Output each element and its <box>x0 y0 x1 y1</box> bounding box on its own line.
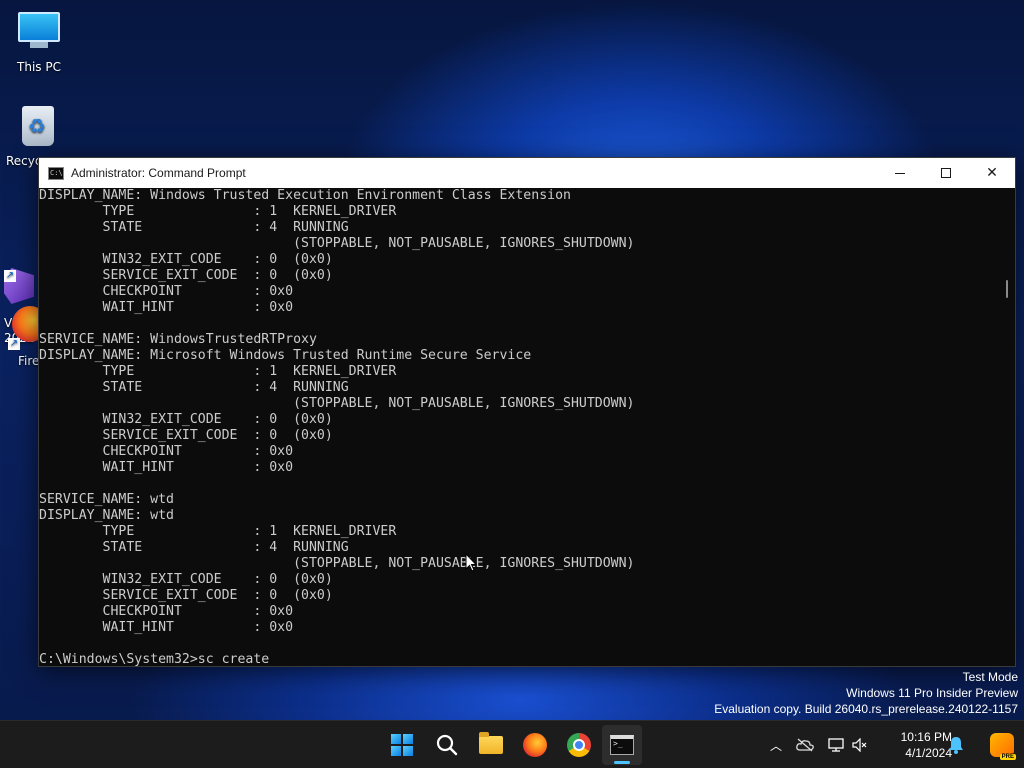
console-line: (STOPPABLE, NOT_PAUSABLE, IGNORES_SHUTDO… <box>39 236 635 251</box>
copilot-preview-badge: PRE <box>999 754 1016 760</box>
desktop-icon-label: Fire <box>18 354 40 368</box>
maximize-icon <box>941 168 951 178</box>
chrome-taskbar-button[interactable] <box>559 725 599 765</box>
scrollbar-thumb[interactable] <box>1006 280 1008 298</box>
desktop-icon-label: This PC <box>17 60 61 74</box>
console-line: SERVICE_EXIT_CODE : 0 (0x0) <box>39 588 333 603</box>
console-line: STATE : 4 RUNNING <box>39 540 349 555</box>
show-hidden-icons-chevron-up-icon[interactable]: ︿ <box>770 737 782 754</box>
console-line: SERVICE_EXIT_CODE : 0 (0x0) <box>39 428 333 443</box>
clock[interactable]: 10:16 PM 4/1/2024 <box>901 729 952 761</box>
chrome-icon <box>567 733 591 757</box>
console-line: WAIT_HINT : 0x0 <box>39 460 294 475</box>
console-line: CHECKPOINT : 0x0 <box>39 284 294 299</box>
close-icon: ✕ <box>986 165 998 181</box>
test-mode-watermark: Test Mode Windows 11 Pro Insider Preview… <box>714 669 1018 717</box>
firefox-taskbar-button[interactable] <box>515 725 555 765</box>
window-controls: ✕ <box>877 158 1015 188</box>
system-tray: ︿ <box>770 721 868 768</box>
notification-bell-icon[interactable] <box>948 736 964 754</box>
file-explorer-button[interactable] <box>471 725 511 765</box>
console-line: CHECKPOINT : 0x0 <box>39 604 294 619</box>
network-icon[interactable] <box>828 738 844 752</box>
active-indicator <box>614 761 630 764</box>
console-line: WIN32_EXIT_CODE : 0 (0x0) <box>39 572 333 587</box>
console-line: TYPE : 1 KERNEL_DRIVER <box>39 364 397 379</box>
console-line: DISPLAY_NAME: wtd <box>39 508 174 523</box>
console-line: STATE : 4 RUNNING <box>39 380 349 395</box>
watermark-line: Windows 11 Pro Insider Preview <box>846 686 1018 700</box>
console-output[interactable]: DISPLAY_NAME: Windows Trusted Execution … <box>39 188 999 666</box>
desktop-icon-firefox[interactable]: ↗ Fire <box>0 306 48 368</box>
minimize-button[interactable] <box>877 158 923 188</box>
cmd-icon: C:\ <box>48 166 64 180</box>
terminal-taskbar-button[interactable]: >_ <box>602 725 642 765</box>
close-button[interactable]: ✕ <box>969 158 1015 188</box>
console-line: DISPLAY_NAME: Windows Trusted Execution … <box>39 188 571 203</box>
console-line: STATE : 4 RUNNING <box>39 220 349 235</box>
title-bar[interactable]: C:\ Administrator: Command Prompt ✕ <box>39 158 1015 188</box>
minimize-icon <box>895 172 905 174</box>
console-line: CHECKPOINT : 0x0 <box>39 444 294 459</box>
search-button[interactable] <box>427 725 467 765</box>
recycle-bin-icon <box>16 106 60 150</box>
volume-muted-icon[interactable] <box>852 738 868 752</box>
console-line: WIN32_EXIT_CODE : 0 (0x0) <box>39 412 333 427</box>
console-line: WAIT_HINT : 0x0 <box>39 620 294 635</box>
taskbar: >_ ︿ 10:16 PM 4/1/2024 PRE <box>0 720 1024 768</box>
console-line: C:\Windows\System32>sc create <box>39 652 270 666</box>
shortcut-arrow-icon: ↗ <box>8 338 20 350</box>
clock-time: 10:16 PM <box>900 730 952 744</box>
watermark-line: Evaluation copy. Build 26040.rs_prerelea… <box>714 702 1018 716</box>
windows-logo-icon <box>391 734 413 756</box>
terminal-icon: >_ <box>610 735 634 755</box>
console-line: SERVICE_NAME: wtd <box>39 492 174 507</box>
firefox-icon <box>523 733 547 757</box>
onedrive-offline-icon[interactable] <box>796 738 814 752</box>
start-button[interactable] <box>382 725 422 765</box>
console-line: (STOPPABLE, NOT_PAUSABLE, IGNORES_SHUTDO… <box>39 556 635 571</box>
visual-studio-icon: ↗ <box>4 238 34 304</box>
command-prompt-window[interactable]: C:\ Administrator: Command Prompt ✕ DISP… <box>38 157 1016 667</box>
console-line: TYPE : 1 KERNEL_DRIVER <box>39 524 397 539</box>
vertical-scrollbar[interactable] <box>999 188 1015 666</box>
folder-icon <box>479 732 503 754</box>
shortcut-arrow-icon: ↗ <box>4 270 16 282</box>
console-line: (STOPPABLE, NOT_PAUSABLE, IGNORES_SHUTDO… <box>39 396 635 411</box>
maximize-button[interactable] <box>923 158 969 188</box>
console-line: DISPLAY_NAME: Microsoft Windows Trusted … <box>39 348 532 363</box>
console-line: TYPE : 1 KERNEL_DRIVER <box>39 204 397 219</box>
watermark-line: Test Mode <box>962 670 1018 684</box>
window-title: Administrator: Command Prompt <box>71 166 246 180</box>
clock-date: 4/1/2024 <box>905 746 952 760</box>
console-line: SERVICE_NAME: WindowsTrustedRTProxy <box>39 332 317 347</box>
search-icon <box>436 734 458 756</box>
console-line: WIN32_EXIT_CODE : 0 (0x0) <box>39 252 333 267</box>
monitor-icon <box>17 12 61 56</box>
console-line: SERVICE_EXIT_CODE : 0 (0x0) <box>39 268 333 283</box>
desktop-icon-this-pc[interactable]: This PC <box>0 8 78 74</box>
console-line: WAIT_HINT : 0x0 <box>39 300 294 315</box>
